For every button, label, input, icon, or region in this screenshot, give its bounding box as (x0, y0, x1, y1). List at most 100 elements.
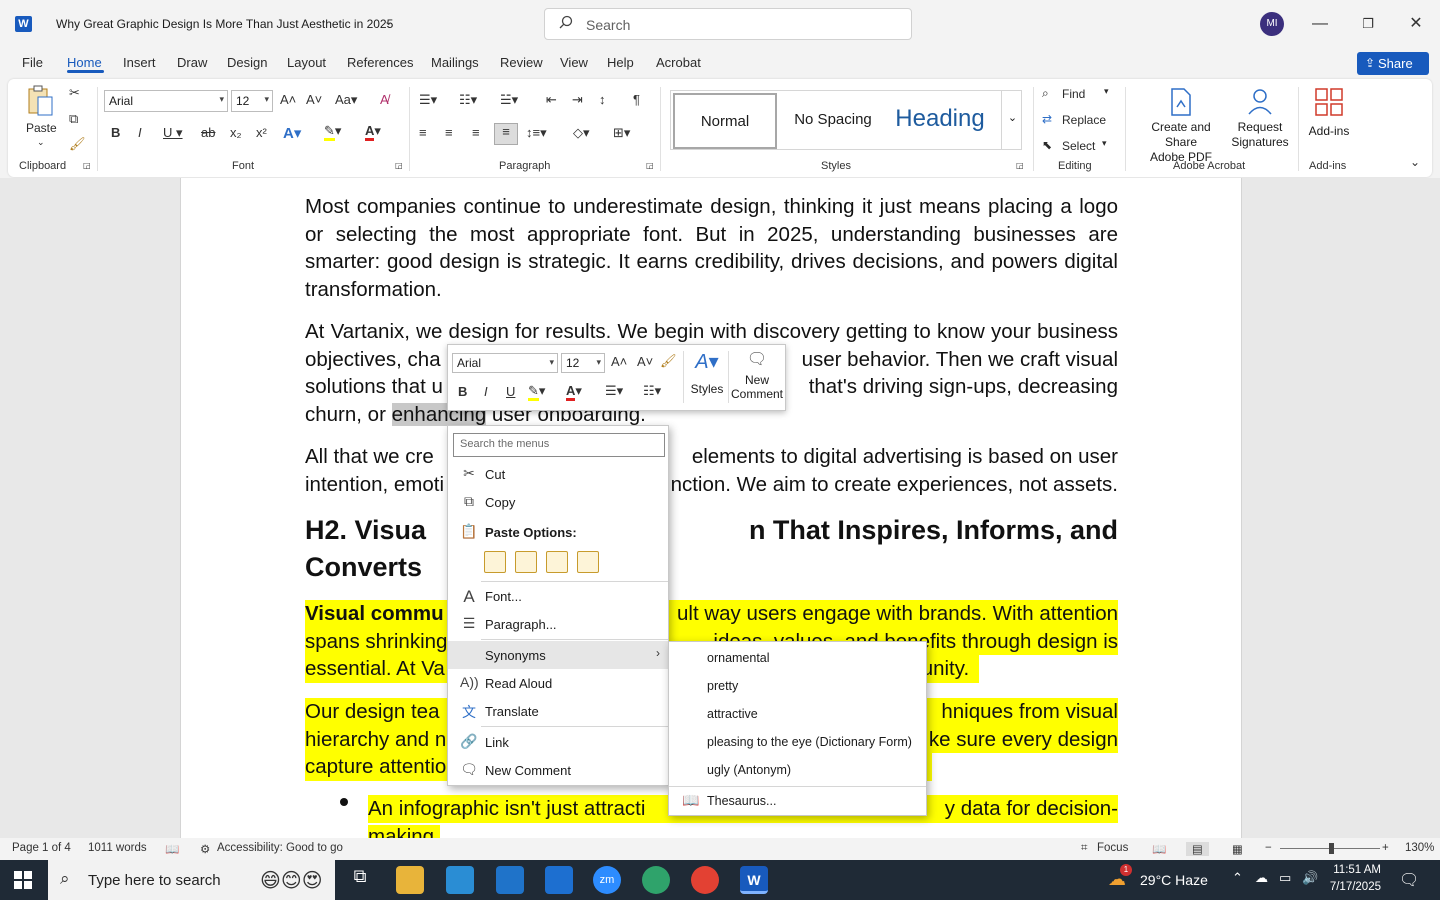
select-button[interactable]: ⬉ Select ▾ (1042, 137, 1122, 157)
weather-text[interactable]: 29°C Haze (1140, 872, 1208, 888)
store-icon[interactable] (496, 866, 524, 894)
windows-start-icon[interactable] (14, 871, 32, 889)
zoom-out-icon[interactable]: − (1265, 842, 1272, 854)
tab-view[interactable]: View (560, 55, 588, 70)
shrink-font-icon[interactable]: A˅ (306, 92, 322, 107)
tab-insert[interactable]: Insert (123, 55, 156, 70)
network-icon[interactable]: ☁ (1255, 870, 1268, 886)
print-layout-icon[interactable]: ▤ (1186, 842, 1209, 856)
paste-picture-icon[interactable] (546, 551, 568, 573)
add-ins-button[interactable]: Add-ins (1304, 85, 1354, 145)
bullets-icon[interactable]: ☰▾ (605, 383, 623, 399)
clear-formatting-icon[interactable]: A̸ (380, 92, 389, 107)
notifications-icon[interactable]: 🗨 (1399, 870, 1419, 890)
text-effects-icon[interactable]: A▾ (283, 124, 301, 142)
proofing-icon[interactable]: 📖 (165, 842, 179, 856)
underline-icon[interactable]: U (506, 384, 515, 399)
style-normal[interactable]: Normal (673, 93, 777, 149)
tab-design[interactable]: Design (227, 55, 267, 70)
zoom-level[interactable]: 130% (1405, 842, 1434, 854)
show-marks-icon[interactable]: ¶ (633, 92, 640, 107)
font-name-combo[interactable]: Arial ▾ (104, 90, 228, 112)
menu-search-input[interactable]: Search the menus (453, 433, 665, 457)
align-center-icon[interactable]: ≡ (445, 125, 453, 140)
focus-button[interactable]: Focus (1097, 842, 1128, 854)
borders-icon[interactable]: ⊞▾ (613, 125, 630, 141)
tab-mailings[interactable]: Mailings (431, 55, 479, 70)
tab-help[interactable]: Help (607, 55, 634, 70)
font-launcher-icon[interactable]: ◲ (395, 161, 403, 170)
tab-file[interactable]: File (22, 55, 43, 70)
paste-keep-source-icon[interactable] (484, 551, 506, 573)
menu-item-thesaurus[interactable]: 📖 Thesaurus... (669, 788, 926, 814)
volume-icon[interactable]: 🔊 (1302, 870, 1318, 886)
styles-launcher-icon[interactable]: ◲ (1016, 161, 1024, 170)
font-color-icon[interactable]: A▾ (365, 123, 381, 141)
read-mode-icon[interactable]: 📖 (1152, 842, 1166, 856)
menu-item-cut[interactable]: ✂ Cut (448, 461, 668, 487)
tab-references[interactable]: References (347, 55, 413, 70)
paste-text-only-icon[interactable] (577, 551, 599, 573)
numbering-icon[interactable]: ☷▾ (643, 383, 661, 399)
styles-more-button[interactable]: ⌄ (1001, 91, 1023, 149)
chevron-down-icon[interactable]: ⌄ (384, 15, 393, 28)
menu-item-font[interactable]: A Font... (448, 583, 668, 609)
align-left-icon[interactable]: ≡ (419, 125, 427, 140)
close-button[interactable]: ✕ (1404, 12, 1428, 36)
synonym-item[interactable]: attractive (707, 707, 758, 721)
font-color-icon[interactable]: A▾ (566, 383, 582, 401)
search-input[interactable]: Search (544, 8, 912, 40)
web-layout-icon[interactable]: ▦ (1232, 842, 1243, 856)
italic-icon[interactable]: I (138, 125, 142, 140)
request-signatures-button[interactable]: Request Signatures (1230, 85, 1290, 155)
change-case-icon[interactable]: Aa▾ (335, 92, 357, 108)
strikethrough-icon[interactable]: ab (201, 125, 215, 140)
shading-icon[interactable]: ◇▾ (573, 125, 590, 141)
style-heading[interactable]: Heading (885, 93, 995, 149)
mini-styles-button[interactable]: A▾ Styles (686, 349, 728, 405)
justify-icon[interactable]: ≡ (494, 123, 518, 145)
find-button[interactable]: ⌕ Find ▾ (1042, 85, 1122, 105)
synonym-item[interactable]: ornamental (707, 651, 770, 665)
clock-time[interactable]: 11:51 AM (1325, 864, 1381, 876)
clipboard-launcher-icon[interactable]: ◲ (83, 161, 91, 170)
style-no-spacing[interactable]: No Spacing (783, 93, 883, 149)
mini-font-combo[interactable]: Arial ▾ (452, 353, 558, 373)
numbering-icon[interactable]: ☷▾ (459, 92, 477, 108)
format-painter-icon[interactable]: 🖌 (660, 353, 677, 369)
decrease-indent-icon[interactable]: ⇤ (546, 92, 557, 108)
clock-date[interactable]: 7/17/2025 (1325, 881, 1381, 893)
sort-icon[interactable]: ↕ (599, 92, 606, 107)
paste-button[interactable]: Paste ⌄ (26, 85, 57, 149)
line-spacing-icon[interactable]: ↕≡▾ (526, 125, 547, 141)
paste-merge-format-icon[interactable] (515, 551, 537, 573)
tab-layout[interactable]: Layout (287, 55, 326, 70)
edge-icon[interactable] (642, 866, 670, 894)
highlight-color-icon[interactable]: ✎▾ (324, 123, 341, 141)
superscript-icon[interactable]: x² (256, 125, 267, 140)
italic-icon[interactable]: I (484, 384, 488, 399)
create-share-pdf-button[interactable]: Create and Share Adobe PDF (1134, 85, 1228, 164)
document-title[interactable]: Why Great Graphic Design Is More Than Ju… (56, 17, 393, 31)
bullets-icon[interactable]: ☰▾ (419, 92, 437, 108)
menu-item-new-comment[interactable]: 🗨 New Comment (448, 757, 668, 783)
shrink-font-icon[interactable]: A˅ (637, 354, 653, 369)
bold-icon[interactable]: B (111, 125, 120, 140)
word-taskbar-icon[interactable]: W (740, 866, 768, 894)
task-view-icon[interactable]: ⧉ (346, 866, 374, 894)
app-icon[interactable] (446, 866, 474, 894)
chrome-icon[interactable] (691, 866, 719, 894)
menu-item-read-aloud[interactable]: A)) Read Aloud (448, 670, 668, 696)
chevron-up-icon[interactable]: ⌃ (1232, 870, 1243, 886)
font-size-combo[interactable]: 12 ▾ (231, 90, 273, 112)
mail-icon[interactable] (545, 866, 573, 894)
menu-item-translate[interactable]: 文 Translate (448, 698, 668, 724)
increase-indent-icon[interactable]: ⇥ (572, 92, 583, 108)
paragraph-launcher-icon[interactable]: ◲ (646, 161, 654, 170)
display-icon[interactable]: ▭ (1279, 870, 1291, 886)
grow-font-icon[interactable]: A˄ (280, 92, 296, 107)
zoom-in-icon[interactable]: + (1382, 842, 1389, 854)
tab-acrobat[interactable]: Acrobat (656, 55, 701, 70)
menu-item-copy[interactable]: ⧉ Copy (448, 489, 668, 515)
menu-item-link[interactable]: 🔗 Link (448, 729, 668, 755)
